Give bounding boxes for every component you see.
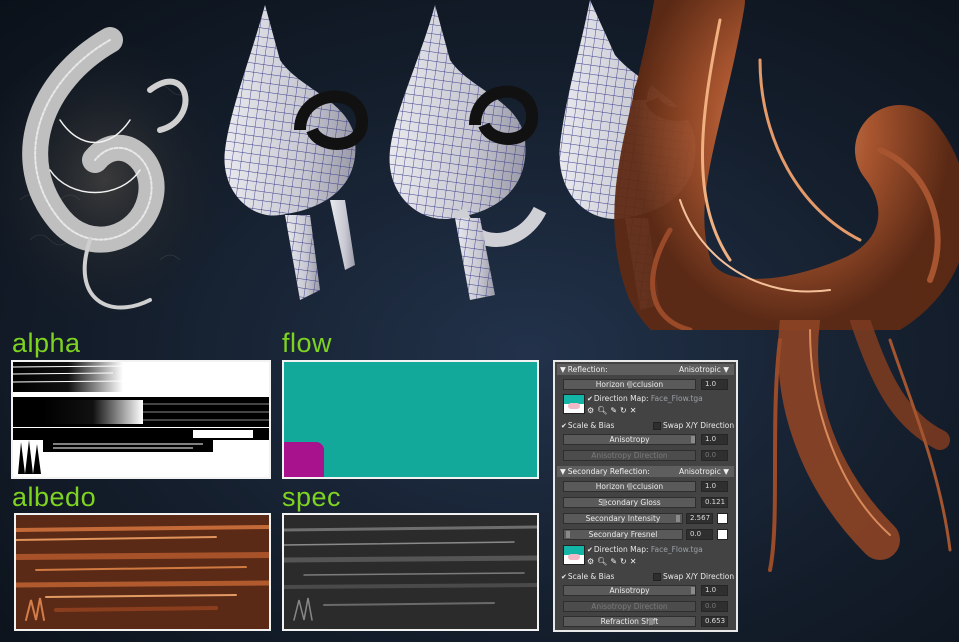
refresh-icon[interactable]: ↻ <box>620 557 627 566</box>
reflection-mode[interactable]: Anisotropic <box>679 365 721 374</box>
swap-xy-label: Swap X/Y Direction <box>663 421 735 430</box>
secondary-direction-map-label: Direction Map: <box>593 545 649 554</box>
secondary-intensity-label: Secondary Intensity <box>585 514 661 523</box>
secondary-gloss-label: Secondary Gloss <box>598 498 661 507</box>
secondary-scale-bias-toggle[interactable]: ✔Scale & Bias <box>561 572 614 581</box>
anisotropy-label: Anisotropy <box>609 435 650 444</box>
secondary-direction-map-row: ✔Direction Map: Face_Flow.tga <box>587 545 703 554</box>
eyedropper-icon[interactable]: ✎ <box>610 406 617 415</box>
swap-xy-toggle[interactable]: Swap X/Y Direction <box>653 421 734 430</box>
anisotropy-value[interactable]: 1.0 <box>701 434 728 445</box>
secondary-horizon-occlusion-slider[interactable]: Horizon Occlusion <box>563 481 696 492</box>
flow-map <box>282 360 539 479</box>
secondary-intensity-value[interactable]: 2.567 <box>686 513 713 524</box>
anisotropy-direction-value[interactable]: 0.0 <box>701 450 728 461</box>
secondary-anisotropy-value[interactable]: 1.0 <box>701 585 728 596</box>
close-icon[interactable]: ✕ <box>630 406 637 415</box>
secondary-intensity-color-swatch[interactable] <box>717 513 728 524</box>
direction-map-file[interactable]: Face_Flow.tga <box>651 394 703 403</box>
scale-bias-label: Scale & Bias <box>567 421 615 430</box>
secondary-anisotropy-direction-value[interactable]: 0.0 <box>701 601 728 612</box>
secondary-anisotropy-slider[interactable]: Anisotropy <box>563 585 696 596</box>
flow-map-magenta-region <box>284 442 324 477</box>
checkmark-icon[interactable]: ✔ <box>587 395 593 403</box>
secondary-fresnel-color-swatch[interactable] <box>717 529 728 540</box>
reflection-header[interactable]: ▼ Reflection: Anisotropic ▼ <box>557 364 734 375</box>
secondary-direction-map-thumbnail[interactable] <box>563 545 585 565</box>
secondary-swap-xy-toggle[interactable]: Swap X/Y Direction <box>653 572 734 581</box>
dropdown-arrow-icon[interactable]: ▼ <box>723 365 729 374</box>
secondary-reflection-header[interactable]: ▼ Secondary Reflection: Anisotropic ▼ <box>557 466 734 477</box>
anisotropy-slider[interactable]: Anisotropy <box>563 434 696 445</box>
direction-map-thumbnail[interactable] <box>563 394 585 414</box>
spec-map <box>282 513 539 631</box>
refraction-shift-slider[interactable]: Refraction Shift <box>563 616 696 627</box>
secondary-direction-map-file[interactable]: Face_Flow.tga <box>651 545 703 554</box>
reflection-title: Reflection: <box>567 365 608 374</box>
secondary-anisotropy-direction-label: Anisotropy Direction <box>591 602 668 611</box>
checkmark-icon[interactable]: ✔ <box>587 546 593 554</box>
horizon-occlusion-value[interactable]: 1.0 <box>701 379 728 390</box>
secondary-intensity-slider[interactable]: Secondary Intensity <box>563 513 683 524</box>
checkmark-icon: ✔ <box>561 573 567 581</box>
checkbox-empty-icon <box>653 422 661 430</box>
secondary-swap-xy-label: Swap X/Y Direction <box>663 572 735 581</box>
secondary-scale-bias-label: Scale & Bias <box>567 572 615 581</box>
secondary-anisotropy-label: Anisotropy <box>609 586 650 595</box>
flow-label: flow <box>282 328 333 358</box>
direction-map-row: ✔Direction Map: Face_Flow.tga <box>587 394 703 403</box>
material-panel: ▼ Reflection: Anisotropic ▼ Horizon Occlu… <box>553 360 738 632</box>
secondary-direction-map-tools: ⚙ 🔍︎ ✎ ↻ ✕ <box>587 557 636 566</box>
secondary-fresnel-slider[interactable]: Secondary Fresnel <box>563 529 683 540</box>
hair-sculpt-preview <box>0 0 959 330</box>
secondary-fresnel-label: Secondary Fresnel <box>588 530 658 539</box>
anisotropy-direction-label: Anisotropy Direction <box>591 451 668 460</box>
direction-map-label: Direction Map: <box>593 394 649 403</box>
dropdown-arrow-icon[interactable]: ▼ <box>723 467 729 476</box>
anisotropy-direction-slider[interactable]: Anisotropy Direction <box>563 450 696 461</box>
rendered-hair-tail <box>768 320 952 572</box>
search-icon[interactable]: 🔍︎ <box>597 406 607 415</box>
rendered-hair <box>614 0 959 330</box>
hair-mesh-wireframe-2 <box>389 5 547 300</box>
hair-mesh-wireframe-1 <box>224 5 368 300</box>
refresh-icon[interactable]: ↻ <box>620 406 627 415</box>
horizon-occlusion-slider[interactable]: Horizon Occlusion <box>563 379 696 390</box>
secondary-horizon-occlusion-value[interactable]: 1.0 <box>701 481 728 492</box>
checkbox-empty-icon <box>653 573 661 581</box>
scale-bias-toggle[interactable]: ✔Scale & Bias <box>561 421 614 430</box>
close-icon[interactable]: ✕ <box>630 557 637 566</box>
search-icon[interactable]: 🔍︎ <box>597 557 607 566</box>
gear-icon[interactable]: ⚙ <box>587 406 594 415</box>
secondary-gloss-value[interactable]: 0.121 <box>701 497 728 508</box>
secondary-fresnel-value[interactable]: 0.0 <box>686 529 713 540</box>
albedo-map <box>14 513 271 631</box>
alpha-map <box>11 360 271 479</box>
eyedropper-icon[interactable]: ✎ <box>610 557 617 566</box>
secondary-title: Secondary Reflection: <box>567 467 650 476</box>
gear-icon[interactable]: ⚙ <box>587 557 594 566</box>
spec-label: spec <box>282 482 342 512</box>
albedo-label: albedo <box>12 482 97 512</box>
checkmark-icon: ✔ <box>561 422 567 430</box>
refraction-shift-value[interactable]: 0.653 <box>701 616 728 627</box>
direction-map-tools: ⚙ 🔍︎ ✎ ↻ ✕ <box>587 406 636 415</box>
secondary-mode[interactable]: Anisotropic <box>679 467 721 476</box>
secondary-gloss-slider[interactable]: Secondary Gloss <box>563 497 696 508</box>
alpha-label: alpha <box>12 328 81 358</box>
secondary-anisotropy-direction-slider[interactable]: Anisotropy Direction <box>563 601 696 612</box>
